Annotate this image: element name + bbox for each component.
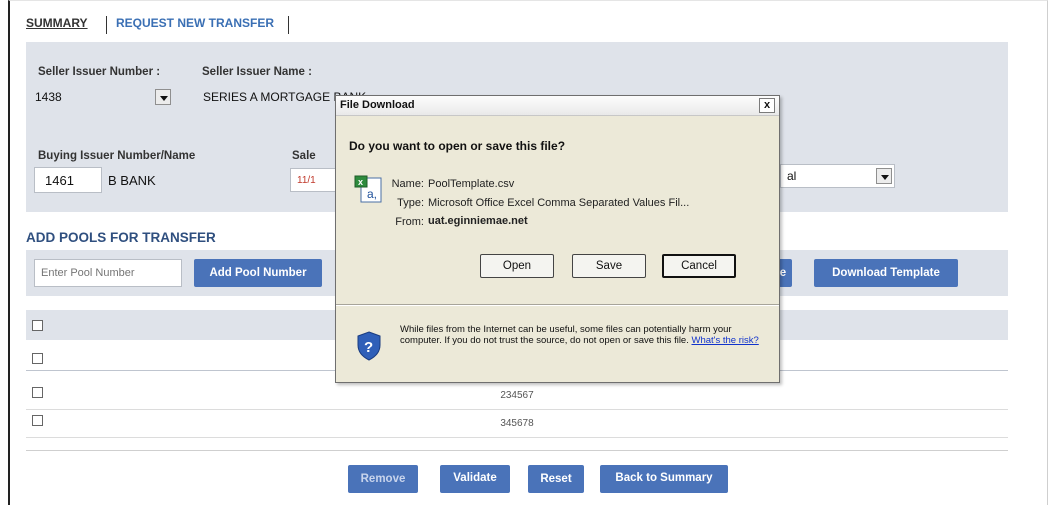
dialog-titlebar[interactable]: File Download x bbox=[336, 96, 779, 116]
save-button[interactable]: Save bbox=[572, 254, 646, 278]
svg-text:a,: a, bbox=[367, 187, 377, 201]
sale-date-field[interactable]: 11/1 bbox=[290, 168, 338, 192]
svg-text:?: ? bbox=[364, 339, 373, 356]
name-label: Name: bbox=[391, 178, 424, 190]
buying-issuer-number-value: 1461 bbox=[45, 173, 74, 188]
buying-issuer-name-value: B BANK bbox=[108, 173, 156, 188]
dialog-divider bbox=[336, 304, 779, 306]
csv-file-icon: x a, bbox=[354, 175, 382, 203]
table-row: 234567 bbox=[26, 382, 1008, 410]
back-to-summary-button[interactable]: Back to Summary bbox=[600, 465, 728, 493]
file-download-dialog: File Download x Do you want to open or s… bbox=[335, 95, 780, 383]
pool-number-cell: 345678 bbox=[500, 418, 534, 429]
type-label: Type: bbox=[397, 197, 424, 209]
right-select[interactable]: al bbox=[780, 164, 895, 188]
buying-issuer-number-field[interactable]: 1461 bbox=[34, 167, 102, 193]
tab-separator bbox=[288, 16, 289, 34]
pool-number-input[interactable] bbox=[34, 259, 182, 287]
row-checkbox[interactable] bbox=[32, 353, 43, 364]
cancel-button[interactable]: Cancel bbox=[662, 254, 736, 278]
sale-date-value: 11/1 bbox=[297, 175, 316, 186]
tab-separator bbox=[106, 16, 107, 34]
tab-request-new-transfer[interactable]: REQUEST NEW TRANSFER bbox=[116, 16, 274, 30]
buying-issuer-label: Buying Issuer Number/Name bbox=[38, 150, 196, 162]
security-warning: While files from the Internet can be use… bbox=[400, 324, 770, 346]
right-select-value: al bbox=[787, 169, 797, 183]
add-pools-section-title: ADD POOLS FOR TRANSFER bbox=[26, 230, 216, 245]
help-shield-icon: ? bbox=[357, 331, 381, 361]
remove-button[interactable]: Remove bbox=[348, 465, 418, 493]
name-value: PoolTemplate.csv bbox=[428, 178, 515, 190]
dialog-question: Do you want to open or save this file? bbox=[349, 139, 566, 153]
seller-issuer-name-label: Seller Issuer Name : bbox=[202, 66, 312, 78]
from-label: From: bbox=[395, 216, 424, 228]
warning-text: While files from the Internet can be use… bbox=[400, 324, 732, 346]
dialog-title: File Download bbox=[340, 99, 415, 111]
chevron-down-icon[interactable] bbox=[876, 168, 892, 184]
open-button[interactable]: Open bbox=[480, 254, 554, 278]
divider bbox=[26, 450, 1008, 451]
tab-summary[interactable]: SUMMARY bbox=[26, 16, 88, 30]
download-template-button[interactable]: Download Template bbox=[814, 259, 958, 287]
from-value: uat.eginniemae.net bbox=[428, 215, 528, 227]
close-icon[interactable]: x bbox=[759, 98, 775, 113]
table-row: 345678 bbox=[26, 410, 1008, 438]
svg-text:x: x bbox=[358, 177, 363, 187]
chevron-down-icon[interactable] bbox=[155, 89, 171, 105]
whats-the-risk-link[interactable]: What's the risk? bbox=[692, 335, 759, 346]
reset-button[interactable]: Reset bbox=[528, 465, 584, 493]
sale-date-label: Sale bbox=[292, 150, 316, 162]
validate-button[interactable]: Validate bbox=[440, 465, 510, 493]
seller-issuer-number-value: 1438 bbox=[35, 90, 62, 104]
pool-number-cell: 234567 bbox=[500, 390, 534, 401]
seller-issuer-number-label: Seller Issuer Number : bbox=[38, 66, 161, 78]
add-pool-number-button[interactable]: Add Pool Number bbox=[194, 259, 322, 287]
seller-issuer-number-select[interactable]: 1438 bbox=[32, 85, 174, 109]
select-all-checkbox[interactable] bbox=[32, 320, 43, 331]
type-value: Microsoft Office Excel Comma Separated V… bbox=[428, 197, 690, 209]
